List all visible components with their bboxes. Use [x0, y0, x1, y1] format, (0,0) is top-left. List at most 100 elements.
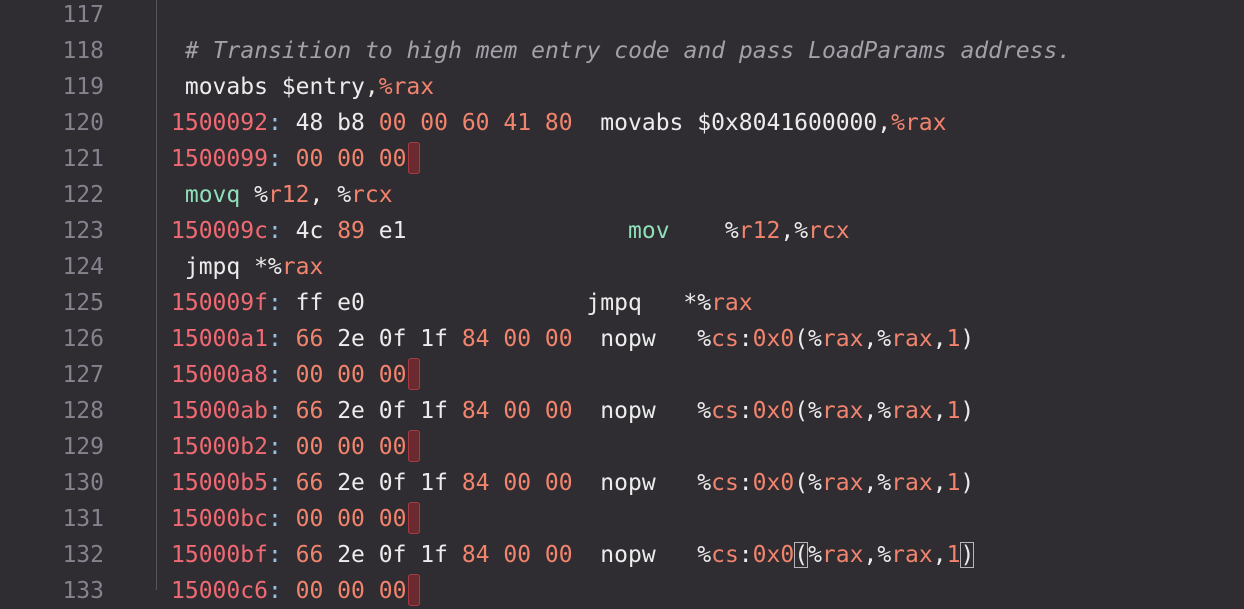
code-token: : [267, 362, 296, 388]
code-text: 150009c: 4c 89 e1 mov %r12,%rcx [171, 213, 850, 249]
code-line[interactable]: 125 150009f: ff e0 jmpq *%rax [0, 285, 1244, 321]
code-token: rax [281, 254, 324, 280]
code-line[interactable]: 128 15000ab: 66 2e 0f 1f 84 00 00 nopw %c… [0, 393, 1244, 429]
code-line[interactable]: 129 15000b2: 00 00 00 [0, 429, 1244, 465]
code-text: 15000a8: 00 00 00 [171, 357, 421, 393]
code-line[interactable]: 122 movq %r12, %rcx [0, 177, 1244, 213]
line-number: 119 [62, 74, 104, 100]
line-number: 117 [62, 2, 104, 28]
code-token: nopw % [572, 542, 712, 568]
error-marker [408, 357, 421, 390]
code-token: ,% [863, 326, 892, 352]
line-number: 118 [62, 38, 104, 64]
line-number: 129 [62, 434, 104, 460]
code-token: 84 00 00 [461, 542, 573, 568]
code-line[interactable]: 123 150009c: 4c 89 e1 mov %r12,%rcx [0, 213, 1244, 249]
code-token: 89 [337, 218, 365, 244]
code-line[interactable]: 126 15000a1: 66 2e 0f 1f 84 00 00 nopw %c… [0, 321, 1244, 357]
line-number: 132 [62, 542, 104, 568]
code-token: ,% [863, 542, 892, 568]
code-token: 1 [946, 542, 961, 568]
code-token: , [932, 326, 947, 352]
code-text: 1500099: 00 00 00 [171, 141, 421, 177]
code-token: rax [711, 290, 753, 316]
code-token: (% [794, 398, 822, 424]
line-number: 121 [62, 146, 104, 172]
code-token: cs [711, 326, 739, 352]
code-token: ,% [863, 470, 892, 496]
line-number: 128 [62, 398, 104, 424]
code-token: rax [821, 470, 864, 496]
code-token: : [738, 542, 753, 568]
code-line[interactable]: 130 15000b5: 66 2e 0f 1f 84 00 00 nopw %c… [0, 465, 1244, 501]
code-token: : [267, 398, 296, 424]
code-token: rax [821, 398, 864, 424]
code-token: rcx [351, 182, 393, 208]
code-token: % [254, 182, 268, 208]
code-token: cs [711, 470, 739, 496]
code-token: ,% [863, 398, 892, 424]
code-token: 150009f [171, 290, 268, 316]
error-marker [408, 429, 421, 462]
code-token: : [738, 326, 753, 352]
code-token: 15000b2 [171, 434, 268, 460]
code-token: 84 00 00 [461, 470, 573, 496]
code-line[interactable]: 131 15000bc: 00 00 00 [0, 501, 1244, 537]
code-token: rax [891, 470, 933, 496]
code-token: : [267, 578, 296, 604]
code-token: : [267, 146, 296, 172]
line-number: 120 [62, 110, 104, 136]
code-token: ff e0 jmpq *% [295, 290, 712, 316]
code-line[interactable]: 120 1500092: 48 b8 00 00 60 41 80 movabs … [0, 105, 1244, 141]
code-line[interactable]: 121 1500099: 00 00 00 [0, 141, 1244, 177]
code-token: movabs $0x8041600000, [572, 110, 892, 136]
code-line[interactable]: 124 jmpq *%rax [0, 249, 1244, 285]
code-text: 15000b5: 66 2e 0f 1f 84 00 00 nopw %cs:0… [171, 465, 974, 501]
line-number: 133 [62, 578, 104, 604]
code-token: (% [794, 470, 822, 496]
code-line[interactable]: 133 15000c6: 00 00 00 [0, 573, 1244, 609]
error-marker [408, 501, 421, 534]
code-token: 2e 0f 1f [323, 470, 462, 496]
code-text: movq %r12, %rcx [171, 177, 393, 213]
code-text: 15000bc: 00 00 00 [171, 501, 421, 537]
code-token: rax [821, 542, 864, 568]
code-token: 2e 0f 1f [323, 398, 462, 424]
line-number: 125 [62, 290, 104, 316]
code-token: 15000b5 [171, 470, 268, 496]
code-token: 66 [295, 470, 324, 496]
code-token: 1500099 [171, 146, 268, 172]
code-token: r12 [267, 182, 310, 208]
code-line[interactable]: 132 15000bf: 66 2e 0f 1f 84 00 00 nopw %c… [0, 537, 1244, 573]
code-token: 0x0 [752, 542, 795, 568]
code-token: : [267, 542, 296, 568]
code-token: : [738, 398, 753, 424]
code-line[interactable]: 119 movabs $entry,%rax [0, 69, 1244, 105]
error-marker [408, 141, 421, 174]
code-text: 15000bf: 66 2e 0f 1f 84 00 00 nopw %cs:0… [171, 537, 975, 573]
code-token: 00 00 60 41 80 [378, 110, 573, 136]
code-token: 0x0 [752, 470, 795, 496]
code-text: 15000ab: 66 2e 0f 1f 84 00 00 nopw %cs:0… [171, 393, 974, 429]
code-line[interactable]: 127 15000a8: 00 00 00 [0, 357, 1244, 393]
code-line[interactable]: 118 # Transition to high mem entry code a… [0, 33, 1244, 69]
code-token: 2e 0f 1f [323, 326, 462, 352]
code-token: nopw % [572, 398, 712, 424]
code-text: # Transition to high mem entry code and … [185, 33, 1071, 69]
code-text: movabs $entry,%rax [171, 69, 434, 105]
code-token: mov [628, 218, 670, 244]
code-text: 150009f: ff e0 jmpq *%rax [171, 285, 753, 321]
code-token: 1 [946, 326, 961, 352]
code-token: 66 [295, 326, 324, 352]
code-token: # Transition to high mem entry code and … [185, 38, 1072, 64]
code-token: 00 00 00 [295, 434, 407, 460]
code-token: nopw % [572, 470, 712, 496]
code-token: cs [711, 542, 739, 568]
code-token: 0x0 [752, 398, 795, 424]
code-token: : [267, 506, 296, 532]
code-token: 84 00 00 [461, 326, 573, 352]
code-editor[interactable]: 117 118 # Transition to high mem entry cod… [0, 0, 1244, 606]
code-token: (% [794, 326, 822, 352]
code-token: % [808, 542, 822, 568]
code-line[interactable]: 117 [0, 0, 1244, 33]
